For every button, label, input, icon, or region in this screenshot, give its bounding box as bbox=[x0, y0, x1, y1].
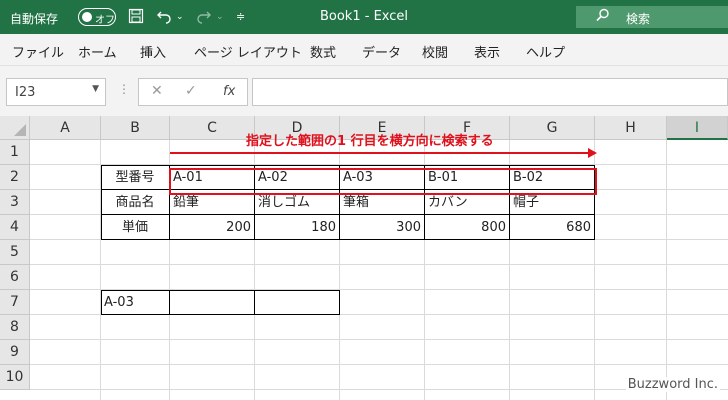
undo-icon[interactable] bbox=[156, 8, 172, 26]
cell-d7[interactable] bbox=[255, 290, 340, 315]
gridline bbox=[30, 389, 728, 390]
cell-e4[interactable]: 300 bbox=[340, 215, 425, 240]
cell-e2[interactable]: A-03 bbox=[340, 165, 425, 190]
cell-c7[interactable] bbox=[170, 290, 255, 315]
search-box[interactable]: 検索 bbox=[576, 6, 728, 28]
column-header-i[interactable]: I bbox=[667, 116, 728, 140]
row-header-1[interactable]: 1 bbox=[0, 140, 30, 165]
column-header-b[interactable]: B bbox=[101, 116, 170, 140]
formula-input[interactable] bbox=[252, 78, 728, 106]
ribbon-tabs: ファイル ホーム 挿入 ページ レイアウト 数式 データ 校閲 表示 ヘルプ bbox=[0, 34, 728, 66]
autosave-toggle[interactable]: オフ bbox=[78, 8, 116, 26]
save-icon[interactable] bbox=[128, 8, 144, 26]
cell-d3[interactable]: 消しゴム bbox=[255, 190, 340, 215]
tab-review[interactable]: 校閲 bbox=[422, 42, 448, 61]
name-box[interactable]: I23 ▼ bbox=[6, 78, 106, 106]
autosave-label: 自動保存 bbox=[10, 12, 59, 26]
cell-d4[interactable]: 180 bbox=[255, 215, 340, 240]
select-all-triangle-icon bbox=[14, 124, 26, 136]
search-icon bbox=[596, 8, 610, 26]
redo-icon bbox=[196, 8, 212, 26]
column-header-h[interactable]: H bbox=[595, 116, 667, 140]
annotation-arrow-line bbox=[170, 152, 590, 154]
autosave-toggle-text: オフ bbox=[95, 15, 115, 26]
name-box-value: I23 bbox=[15, 85, 36, 100]
spreadsheet-grid[interactable]: A B C D E F G H I 1 2 3 4 5 6 7 8 9 10 型… bbox=[0, 116, 728, 400]
tab-help[interactable]: ヘルプ bbox=[526, 42, 565, 61]
row-header-10[interactable]: 10 bbox=[0, 365, 30, 390]
cell-b7[interactable]: A-03 bbox=[101, 290, 170, 315]
tab-insert[interactable]: 挿入 bbox=[140, 42, 166, 61]
tab-data[interactable]: データ bbox=[362, 42, 401, 61]
undo-dropdown-icon[interactable]: ⌄ bbox=[176, 8, 184, 26]
cancel-icon[interactable]: ✕ bbox=[151, 83, 163, 99]
cell-b4[interactable]: 単価 bbox=[101, 215, 170, 240]
title-bar: 自動保存 オフ ⌄ ⌄ ≑ Book1 - Excel 検索 bbox=[0, 0, 728, 34]
row-header-3[interactable]: 3 bbox=[0, 190, 30, 215]
arrow-right-icon bbox=[588, 148, 597, 158]
cell-g2[interactable]: B-02 bbox=[510, 165, 595, 190]
annotation-text: 指定した範囲の1 行目を横方向に検索する bbox=[246, 134, 494, 149]
redo-dropdown-icon: ⌄ bbox=[216, 12, 224, 22]
chevron-down-icon[interactable]: ▼ bbox=[92, 84, 99, 94]
tab-home[interactable]: ホーム bbox=[78, 42, 117, 61]
tab-formulas[interactable]: 数式 bbox=[310, 42, 336, 61]
tab-view[interactable]: 表示 bbox=[474, 42, 500, 61]
cell-g4[interactable]: 680 bbox=[510, 215, 595, 240]
column-header-a[interactable]: A bbox=[30, 116, 101, 140]
formula-buttons: ✕ ✓ fx bbox=[138, 78, 248, 106]
row-header-4[interactable]: 4 bbox=[0, 215, 30, 240]
customize-toolbar-icon[interactable]: ≑ bbox=[236, 8, 245, 26]
cell-c4[interactable]: 200 bbox=[170, 215, 255, 240]
cell-c2[interactable]: A-01 bbox=[170, 165, 255, 190]
column-header-c[interactable]: C bbox=[170, 116, 255, 140]
cell-g3[interactable]: 帽子 bbox=[510, 190, 595, 215]
cell-b3[interactable]: 商品名 bbox=[101, 190, 170, 215]
gridline bbox=[30, 264, 728, 265]
cell-e3[interactable]: 筆箱 bbox=[340, 190, 425, 215]
row-header-7[interactable]: 7 bbox=[0, 290, 30, 315]
formula-bar-resize-handle[interactable]: ⋮ bbox=[118, 82, 130, 96]
watermark: Buzzword Inc. bbox=[625, 377, 720, 392]
cell-f2[interactable]: B-01 bbox=[425, 165, 510, 190]
search-label: 検索 bbox=[626, 12, 651, 26]
row-header-5[interactable]: 5 bbox=[0, 240, 30, 265]
column-header-g[interactable]: G bbox=[510, 116, 595, 140]
row-header-8[interactable]: 8 bbox=[0, 315, 30, 340]
cell-f4[interactable]: 800 bbox=[425, 215, 510, 240]
select-all-button[interactable] bbox=[0, 116, 30, 140]
tab-page-layout[interactable]: ページ レイアウト bbox=[194, 42, 302, 61]
toggle-knob bbox=[82, 12, 92, 22]
cell-f3[interactable]: カバン bbox=[425, 190, 510, 215]
enter-check-icon[interactable]: ✓ bbox=[185, 83, 197, 99]
cell-b2[interactable]: 型番号 bbox=[101, 165, 170, 190]
row-header-6[interactable]: 6 bbox=[0, 265, 30, 290]
insert-function-icon[interactable]: fx bbox=[223, 84, 235, 99]
gridline bbox=[666, 140, 667, 400]
gridline bbox=[30, 339, 728, 340]
tab-file[interactable]: ファイル bbox=[12, 42, 64, 61]
cell-d2[interactable]: A-02 bbox=[255, 165, 340, 190]
row-header-9[interactable]: 9 bbox=[0, 340, 30, 365]
formula-bar: I23 ▼ ⋮ ✕ ✓ fx bbox=[0, 66, 728, 116]
row-header-2[interactable]: 2 bbox=[0, 165, 30, 190]
cell-c3[interactable]: 鉛筆 bbox=[170, 190, 255, 215]
gridline bbox=[30, 364, 728, 365]
